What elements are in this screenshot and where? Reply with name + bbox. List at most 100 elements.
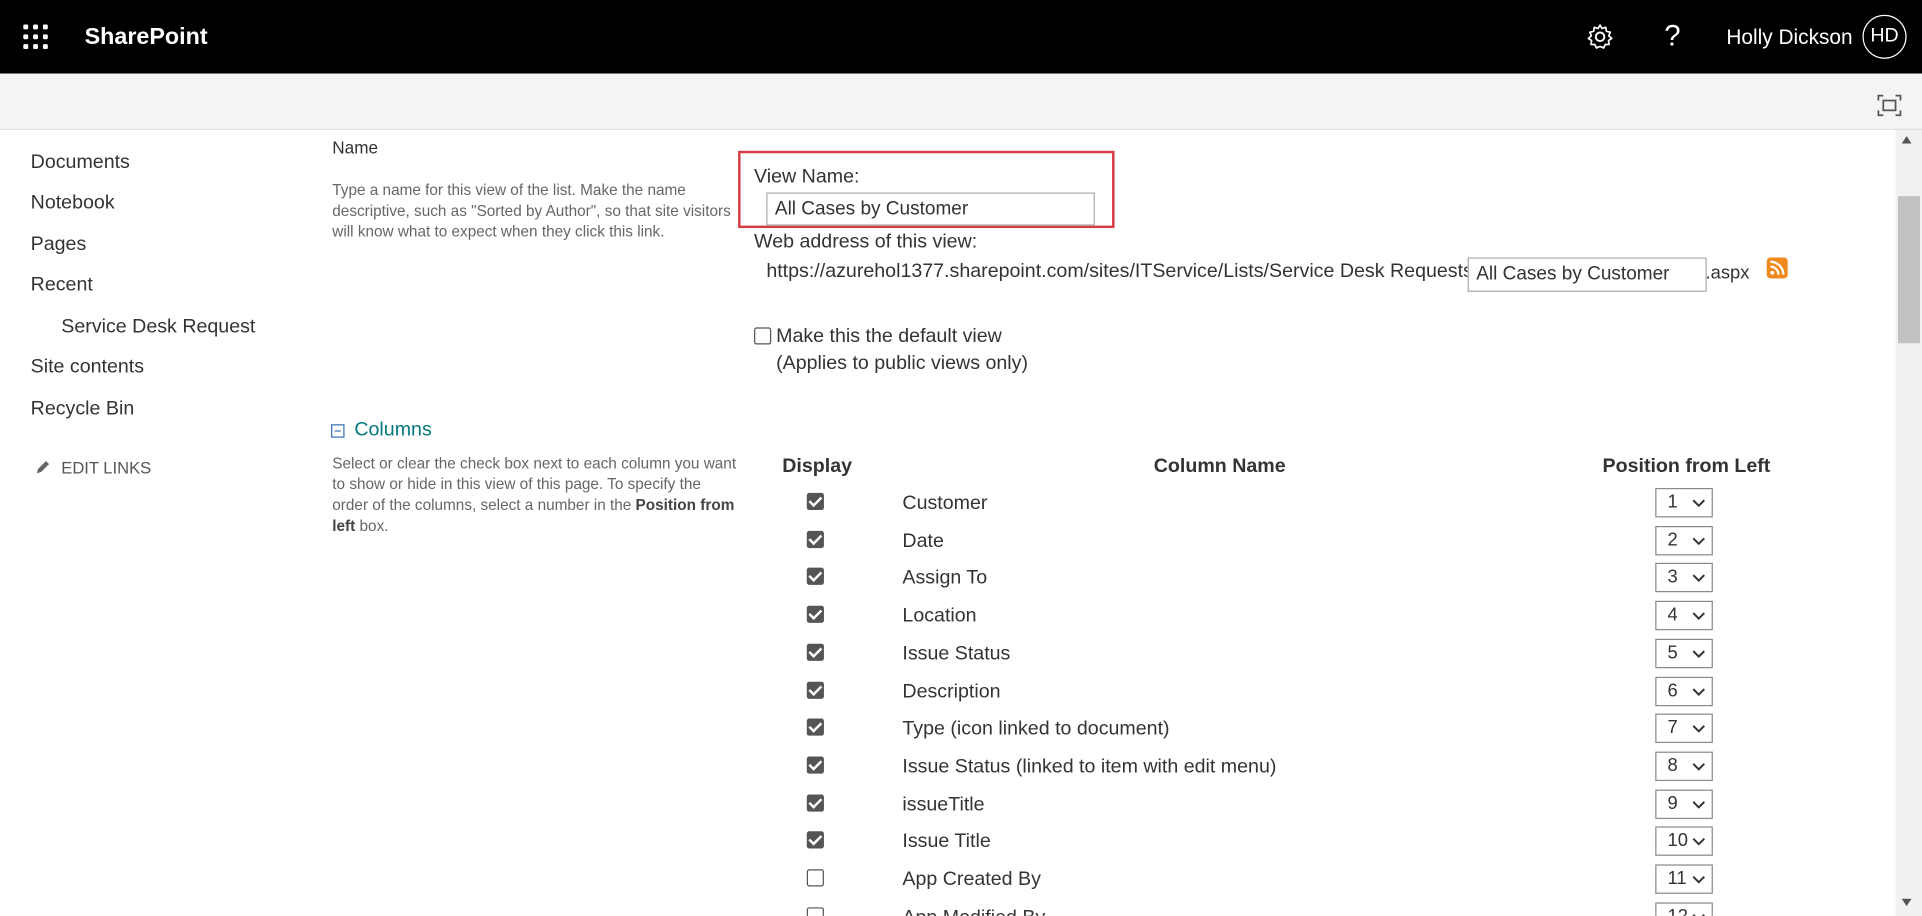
default-view-note: (Applies to public views only) xyxy=(776,353,1028,374)
column-name: issueTitle xyxy=(902,794,985,815)
web-address-label: Web address of this view: xyxy=(754,231,978,253)
column-name: Issue Status (linked to item with edit m… xyxy=(902,756,1277,778)
default-view-checkbox[interactable] xyxy=(754,327,772,345)
display-checkbox[interactable] xyxy=(806,605,824,623)
column-name: Type (icon linked to document) xyxy=(902,718,1170,740)
nav-item-recent[interactable]: Recent xyxy=(31,275,93,297)
collapse-icon[interactable] xyxy=(331,424,345,438)
position-select[interactable]: 3 xyxy=(1655,563,1713,593)
nav-item-service-desk-request[interactable]: Service Desk Request xyxy=(61,316,255,338)
display-checkbox[interactable] xyxy=(806,869,824,887)
chevron-down-icon xyxy=(1692,612,1705,621)
position-value: 5 xyxy=(1667,642,1678,664)
web-address-input[interactable] xyxy=(1467,257,1707,292)
chevron-down-icon xyxy=(1692,913,1705,916)
position-select[interactable]: 9 xyxy=(1655,789,1713,819)
app-name[interactable]: SharePoint xyxy=(85,25,208,52)
pencil-icon xyxy=(36,461,50,474)
chevron-down-icon xyxy=(1692,499,1705,508)
chevron-down-icon xyxy=(1692,574,1705,583)
column-name: Customer xyxy=(902,492,988,514)
chevron-down-icon xyxy=(1692,725,1705,733)
position-select[interactable]: 6 xyxy=(1655,676,1713,706)
chevron-down-icon xyxy=(1692,650,1705,658)
chevron-down-icon xyxy=(1692,800,1705,809)
display-header: Display xyxy=(782,456,853,477)
position-value: 12 xyxy=(1667,906,1687,916)
column-name: Date xyxy=(902,530,944,552)
name-section-description: Type a name for this view of the list. M… xyxy=(332,181,731,241)
nav-item-recycle-bin[interactable]: Recycle Bin xyxy=(31,398,135,420)
display-checkbox[interactable] xyxy=(806,681,824,699)
display-checkbox[interactable] xyxy=(806,831,824,849)
position-value: 10 xyxy=(1667,830,1688,852)
position-value: 3 xyxy=(1667,566,1678,588)
suite-bar: SharePoint ? Holly Dickson HD xyxy=(0,0,1922,74)
url-prefix: https://azurehol1377.sharepoint.com/site… xyxy=(766,261,1479,283)
display-checkbox[interactable] xyxy=(806,906,824,916)
column-name: Location xyxy=(902,605,977,627)
column-name: App Modified By xyxy=(902,907,1045,916)
position-value: 11 xyxy=(1667,868,1687,889)
columns-section-description: Select or clear the check box next to ea… xyxy=(332,454,737,535)
column-name: Issue Status xyxy=(902,643,1011,665)
default-view-label: Make this the default view xyxy=(776,326,1002,347)
display-checkbox[interactable] xyxy=(806,794,824,812)
position-value: 2 xyxy=(1667,529,1678,551)
position-select[interactable]: 12 xyxy=(1655,902,1713,916)
position-select[interactable]: 11 xyxy=(1655,864,1713,894)
chevron-down-icon xyxy=(1692,763,1705,771)
position-value: 1 xyxy=(1667,491,1678,513)
column-name: Assign To xyxy=(902,568,988,590)
display-checkbox[interactable] xyxy=(806,643,824,661)
position-header: Position from Left xyxy=(1602,456,1771,477)
help-icon[interactable]: ? xyxy=(1658,20,1687,54)
position-select[interactable]: 10 xyxy=(1655,826,1713,857)
chevron-down-icon xyxy=(1692,875,1705,884)
edit-links-button[interactable]: EDIT LINKS xyxy=(34,459,151,477)
position-select[interactable]: 7 xyxy=(1655,713,1713,744)
command-bar xyxy=(0,73,1922,130)
edit-links-label: EDIT LINKS xyxy=(61,458,152,477)
columns-section-title[interactable]: Columns xyxy=(354,419,431,441)
column-name: Issue Title xyxy=(902,831,991,853)
nav-item-documents[interactable]: Documents xyxy=(31,152,130,174)
nav-item-pages[interactable]: Pages xyxy=(31,234,87,256)
user-name[interactable]: Holly Dickson xyxy=(1726,26,1852,51)
position-select[interactable]: 8 xyxy=(1655,751,1713,781)
chevron-down-icon xyxy=(1692,687,1705,696)
position-value: 4 xyxy=(1667,604,1678,626)
display-checkbox[interactable] xyxy=(806,718,824,736)
position-value: 6 xyxy=(1667,679,1678,701)
url-suffix: .aspx xyxy=(1705,262,1750,284)
nav-item-site-contents[interactable]: Site contents xyxy=(31,357,144,379)
app-launcher-icon[interactable] xyxy=(23,24,48,50)
chevron-down-icon xyxy=(1692,838,1705,846)
view-name-input[interactable] xyxy=(766,192,1095,226)
settings-gear-icon[interactable] xyxy=(1585,22,1614,51)
avatar[interactable]: HD xyxy=(1862,14,1907,59)
name-section-title: Name xyxy=(332,137,379,157)
scrollbar-thumb[interactable] xyxy=(1898,196,1921,344)
column-name: App Created By xyxy=(902,869,1041,891)
position-value: 9 xyxy=(1667,792,1678,814)
display-checkbox[interactable] xyxy=(806,568,824,586)
display-checkbox[interactable] xyxy=(806,530,824,548)
position-select[interactable]: 4 xyxy=(1655,600,1713,631)
chevron-down-icon xyxy=(1692,537,1705,545)
nav-item-notebook[interactable]: Notebook xyxy=(31,192,115,214)
rss-feed-icon[interactable] xyxy=(1766,257,1788,279)
position-value: 8 xyxy=(1667,755,1678,776)
scroll-up-arrow-icon[interactable] xyxy=(1901,136,1912,144)
position-value: 7 xyxy=(1667,717,1678,739)
position-select[interactable]: 1 xyxy=(1655,487,1713,518)
position-select[interactable]: 5 xyxy=(1655,638,1713,668)
column-name-header: Column Name xyxy=(1153,456,1286,477)
view-name-label: View Name: xyxy=(754,166,860,188)
position-select[interactable]: 2 xyxy=(1655,525,1713,556)
display-checkbox[interactable] xyxy=(806,492,824,511)
display-checkbox[interactable] xyxy=(806,756,824,774)
scroll-down-arrow-icon[interactable] xyxy=(1901,898,1912,907)
focus-mode-icon[interactable] xyxy=(1877,94,1902,117)
column-name: Description xyxy=(902,681,1001,702)
